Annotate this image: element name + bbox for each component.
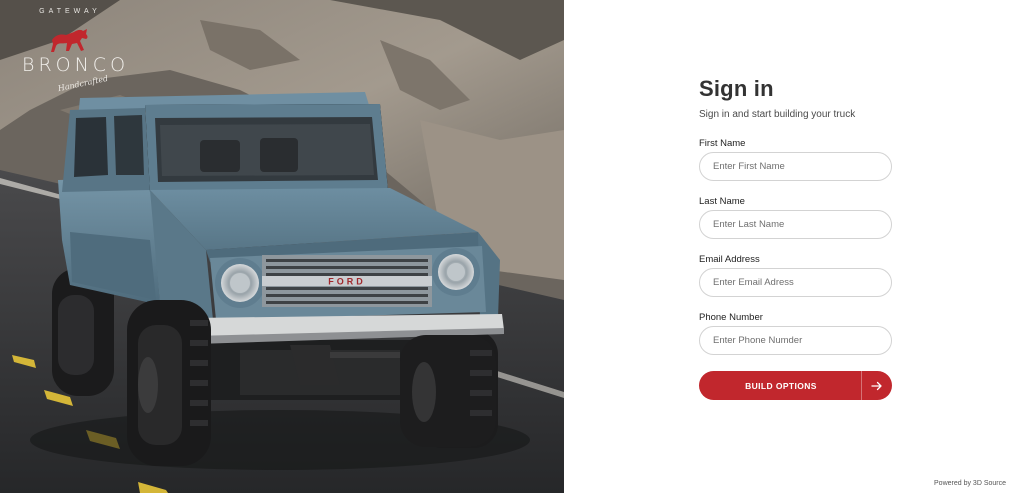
email-label: Email Address bbox=[699, 254, 760, 265]
page-subtitle: Sign in and start building your truck bbox=[699, 109, 856, 120]
arrow-right-icon bbox=[862, 381, 892, 391]
build-options-button[interactable]: BUILD OPTIONS bbox=[699, 371, 892, 400]
last-name-label: Last Name bbox=[699, 196, 745, 207]
grille-lettering: FORD bbox=[328, 277, 366, 287]
last-name-input[interactable] bbox=[699, 210, 892, 239]
page-title: Sign in bbox=[699, 76, 774, 101]
first-name-label: First Name bbox=[699, 138, 746, 149]
powered-by-footer[interactable]: Powered by 3D Source bbox=[934, 480, 1006, 487]
horse-icon bbox=[51, 29, 88, 52]
sign-in-panel: Sign in Sign in and start building your … bbox=[564, 0, 1024, 493]
brand-logo[interactable]: GATEWAY BRONCO Handcrafted bbox=[22, 8, 130, 98]
logo-wordmark: BRONCO bbox=[22, 54, 130, 76]
hero-image: FORD GATEWAY BRONCO Handcrafted bbox=[0, 0, 564, 493]
build-options-label: BUILD OPTIONS bbox=[745, 380, 817, 391]
email-input[interactable] bbox=[699, 268, 892, 297]
phone-input[interactable] bbox=[699, 326, 892, 355]
phone-label: Phone Number bbox=[699, 312, 763, 323]
logo-arc-text: GATEWAY bbox=[39, 8, 101, 15]
first-name-input[interactable] bbox=[699, 152, 892, 181]
